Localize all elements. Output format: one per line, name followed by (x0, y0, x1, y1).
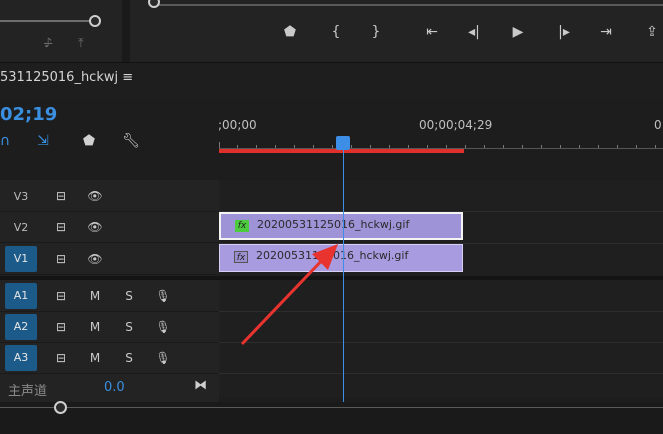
track-row-a2: A2 ⊟ M S 🎙︎ (0, 312, 219, 343)
mute-button[interactable]: M (86, 287, 104, 305)
ruler-label-start: ;00;00 (218, 118, 257, 132)
ruler-label-end: 0 (654, 118, 662, 132)
master-label: 主声道 (8, 384, 48, 399)
add-marker-icon[interactable]: ⬟ (78, 130, 100, 152)
zoom-scroll-handle[interactable] (54, 401, 67, 414)
sync-lock-icon[interactable]: ⊟ (52, 318, 70, 336)
playhead-timecode[interactable]: 02;19 (0, 104, 57, 125)
track-row-a1: A1 ⊟ M S 🎙︎ (0, 281, 219, 312)
sync-lock-icon[interactable]: ⊟ (52, 349, 70, 367)
eye-icon[interactable]: 👁︎ (86, 218, 104, 236)
annotation-arrow (240, 244, 338, 346)
sync-lock-icon[interactable]: ⊟ (52, 250, 70, 268)
sync-lock-icon[interactable]: ⊟ (52, 287, 70, 305)
sequence-title[interactable]: 531125016_hckwj ≡ (0, 70, 133, 85)
track-row-a3: A3 ⊟ M S 🎙︎ (0, 343, 219, 374)
track-row-v2: V2 ⊟ 👁︎ (0, 212, 219, 243)
master-volume[interactable]: 0.0 (104, 380, 125, 395)
track-target-v1[interactable]: V1 (5, 246, 37, 272)
linked-selection-icon[interactable]: ⇲ (32, 130, 54, 152)
track-target-v2[interactable]: V2 (5, 215, 37, 241)
source-monitor-panel (0, 0, 122, 62)
program-monitor-panel (130, 0, 663, 62)
go-to-out-button[interactable]: ⇥ (596, 22, 616, 42)
sync-lock-icon[interactable]: ⊟ (52, 187, 70, 205)
source-scrub-track[interactable] (0, 20, 95, 22)
solo-button[interactable]: S (120, 318, 138, 336)
wrench-icon[interactable]: 🔧︎ (120, 130, 142, 152)
step-forward-button[interactable]: |▸ (554, 22, 574, 42)
source-scrub-handle[interactable] (89, 15, 101, 27)
track-row-v3: V3 ⊟ 👁︎ (0, 181, 219, 212)
add-marker-button[interactable]: ⬟ (280, 22, 300, 42)
mark-out-button[interactable]: } (366, 22, 386, 42)
go-to-end-icon[interactable]: ⧓ (194, 378, 207, 393)
track-target-a1[interactable]: A1 (5, 283, 37, 309)
play-button[interactable]: ▶ (508, 22, 528, 42)
clip-name: 20200531125016_hckwj.gif (257, 218, 410, 231)
zoom-scroll-track[interactable] (0, 407, 663, 408)
snap-icon[interactable]: ∩ (0, 130, 16, 152)
export-frame-icon[interactable]: ⤒ (78, 36, 84, 51)
track-target-a3[interactable]: A3 (5, 345, 37, 371)
mute-button[interactable]: M (86, 349, 104, 367)
microphone-icon[interactable]: 🎙︎ (154, 287, 172, 305)
microphone-icon[interactable]: 🎙︎ (154, 318, 172, 336)
step-back-button[interactable]: ◂| (464, 22, 484, 42)
lift-button[interactable]: ⇪ (642, 22, 662, 42)
microphone-icon[interactable]: 🎙︎ (154, 349, 172, 367)
go-to-in-button[interactable]: ⇤ (422, 22, 442, 42)
eye-icon[interactable]: 👁︎ (86, 250, 104, 268)
mark-in-button[interactable]: { (326, 22, 346, 42)
solo-button[interactable]: S (120, 287, 138, 305)
sync-lock-icon[interactable]: ⊟ (52, 218, 70, 236)
panel-divider (122, 0, 130, 62)
track-target-v3[interactable]: V3 (5, 184, 37, 210)
ruler-label-mid: 00;00;04;29 (419, 118, 493, 132)
track-target-a2[interactable]: A2 (5, 314, 37, 340)
program-scrub-track[interactable] (150, 4, 663, 6)
eye-icon[interactable]: 👁︎ (86, 187, 104, 205)
track-row-v1: V1 ⊟ 👁︎ (0, 244, 219, 275)
playhead-handle[interactable] (336, 136, 350, 150)
lane-divider (219, 373, 663, 374)
solo-button[interactable]: S (120, 349, 138, 367)
fx-badge: fx (235, 220, 249, 232)
mute-button[interactable]: M (86, 318, 104, 336)
audio-only-icon[interactable]: ♪̶ (44, 36, 52, 51)
